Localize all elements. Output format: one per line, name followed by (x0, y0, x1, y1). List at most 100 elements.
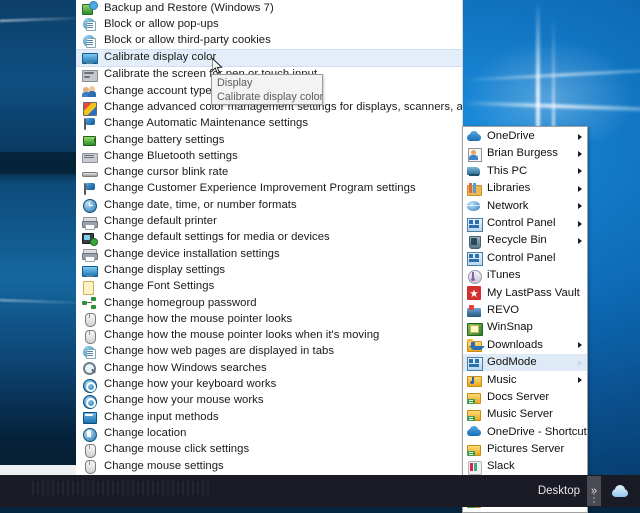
list-item[interactable]: Change default settings for media or dev… (76, 230, 462, 246)
bluetooth-devices-icon (82, 150, 98, 164)
list-item-label: Change how Windows searches (104, 361, 267, 374)
recycle-bin-icon (467, 234, 481, 250)
region-globe-icon (82, 198, 97, 214)
indexing-search-icon (82, 361, 97, 376)
list-item[interactable]: Change how your mouse works (76, 393, 462, 409)
taskbar[interactable]: Desktop » (0, 475, 640, 507)
slack-icon (467, 460, 482, 476)
context-menu-item[interactable]: Libraries (463, 180, 587, 197)
show-desktop-label: Desktop (537, 485, 580, 497)
display-icon (82, 264, 98, 278)
list-item[interactable]: Change how Windows searches (76, 360, 462, 376)
network-folder-icon (467, 408, 481, 422)
context-menu-item-label: Brian Burgess (487, 147, 558, 160)
list-item[interactable]: Change Customer Experience Improvement P… (76, 181, 462, 197)
context-menu-item-label: Network (487, 199, 529, 212)
list-item[interactable]: Change mouse settings (76, 458, 462, 475)
network-folder-icon (467, 443, 481, 457)
context-menu-item[interactable]: OneDrive - Shortcut (463, 424, 587, 441)
context-menu-item-label: Docs Server (487, 390, 550, 403)
tooltip-line-2: Calibrate display color (217, 90, 324, 103)
list-item-label: Change Automatic Maintenance settings (104, 117, 309, 130)
onedrive-cloud-icon (467, 425, 481, 439)
list-item[interactable]: Change how your keyboard works (76, 377, 462, 393)
tooltip-line-1: Display (217, 77, 253, 89)
context-menu-item[interactable]: Control Panel (463, 215, 587, 232)
user-accounts-icon (82, 84, 97, 98)
context-menu-item[interactable]: Brian Burgess (463, 145, 587, 163)
list-item-label: Change battery settings (104, 133, 225, 146)
context-menu-item[interactable]: Downloads (463, 337, 587, 354)
context-menu-item[interactable]: REVO (463, 302, 587, 319)
context-menu-item[interactable]: Network (463, 198, 587, 215)
toolbar-drag-handle[interactable]: » (587, 476, 601, 506)
list-item[interactable]: Change how the mouse pointer looks (76, 311, 462, 328)
context-menu-item[interactable]: WinSnap (463, 319, 587, 336)
context-menu-item[interactable]: Music Server (463, 406, 587, 423)
list-item[interactable]: Change how web pages are displayed in ta… (76, 344, 462, 360)
submenu-arrow-icon (578, 151, 582, 158)
list-item-label: Change how the mouse pointer looks when … (104, 329, 380, 342)
context-menu-item[interactable]: OneDrive (463, 128, 587, 145)
context-menu-item-label: REVO (487, 303, 520, 316)
internet-options-icon (82, 34, 97, 48)
keyboard-cursor-icon (82, 166, 98, 180)
list-item-label: Change Bluetooth settings (104, 149, 238, 162)
list-item-label: Change location (104, 426, 187, 439)
context-menu-item[interactable]: Pictures Server (463, 441, 587, 458)
list-item[interactable]: Change mouse click settings (76, 442, 462, 458)
list-item[interactable]: Change default printer (76, 214, 462, 230)
backup-icon (82, 1, 98, 16)
submenu-arrow-icon (578, 377, 582, 384)
lastpass-icon (467, 286, 481, 301)
list-item[interactable]: Change cursor blink rate (76, 165, 462, 181)
list-item[interactable]: Change date, time, or number formats (76, 197, 462, 214)
context-menu-item[interactable]: Music (463, 371, 587, 388)
list-item[interactable]: Block or allow pop-ups (76, 16, 462, 32)
list-item-label: Change how web pages are displayed in ta… (104, 345, 335, 358)
list-item[interactable]: Change device installation settings (76, 246, 462, 263)
list-item-label: Change mouse click settings (104, 443, 250, 456)
mouse-cursor-icon (211, 56, 224, 76)
context-menu-item-selected[interactable]: GodMode (463, 354, 587, 372)
submenu-arrow-icon (578, 168, 582, 175)
submenu-arrow-icon (578, 185, 582, 192)
list-item[interactable]: Change homegroup password (76, 295, 462, 311)
list-item[interactable]: Change display settings (76, 262, 462, 278)
list-item[interactable]: Backup and Restore (Windows 7) (76, 0, 462, 16)
list-item[interactable]: Change Automatic Maintenance settings (76, 116, 462, 132)
list-item[interactable]: Block or allow third-party cookies (76, 33, 462, 49)
desktop-context-menu[interactable]: OneDrive Brian Burgess This PC Libraries Net… (462, 126, 588, 513)
context-menu-item-label: Music (487, 373, 517, 386)
user-folder-icon (467, 147, 482, 163)
context-menu-item[interactable]: Control Panel (463, 250, 587, 267)
list-item-label: Change how your mouse works (104, 394, 264, 407)
context-menu-item[interactable]: Recycle Bin (463, 232, 587, 250)
handle-dots-icon (593, 493, 595, 495)
language-input-icon (82, 410, 97, 425)
submenu-arrow-icon (578, 220, 582, 227)
tray-onedrive-cloud-icon[interactable] (610, 483, 630, 499)
context-menu-item[interactable]: iTunes (463, 267, 587, 284)
submenu-arrow-icon (578, 359, 582, 366)
list-item[interactable]: Change Font Settings (76, 279, 462, 295)
printer-icon (82, 215, 98, 230)
list-item[interactable]: Change location (76, 425, 462, 442)
list-item-label: Calibrate display color (104, 51, 217, 64)
context-menu-item[interactable]: Docs Server (463, 389, 587, 406)
mouse-icon (82, 459, 97, 475)
list-item[interactable]: Change input methods (76, 409, 462, 425)
list-item-selected[interactable]: Calibrate display color (76, 48, 462, 67)
downloads-folder-icon (467, 338, 485, 353)
context-menu-item-label: Music Server (487, 408, 553, 421)
list-item[interactable]: Change battery settings (76, 132, 462, 148)
context-menu-item[interactable]: This PC (463, 163, 587, 180)
list-item[interactable]: Change how the mouse pointer looks when … (76, 328, 462, 344)
autoplay-media-icon (82, 231, 98, 246)
list-item[interactable]: Change Bluetooth settings (76, 148, 462, 164)
network-globe-icon (467, 199, 481, 213)
libraries-icon (467, 182, 482, 196)
list-item-label: Change default printer (104, 215, 217, 228)
context-menu-item[interactable]: Slack (463, 458, 587, 476)
context-menu-item[interactable]: My LastPass Vault (463, 285, 587, 302)
